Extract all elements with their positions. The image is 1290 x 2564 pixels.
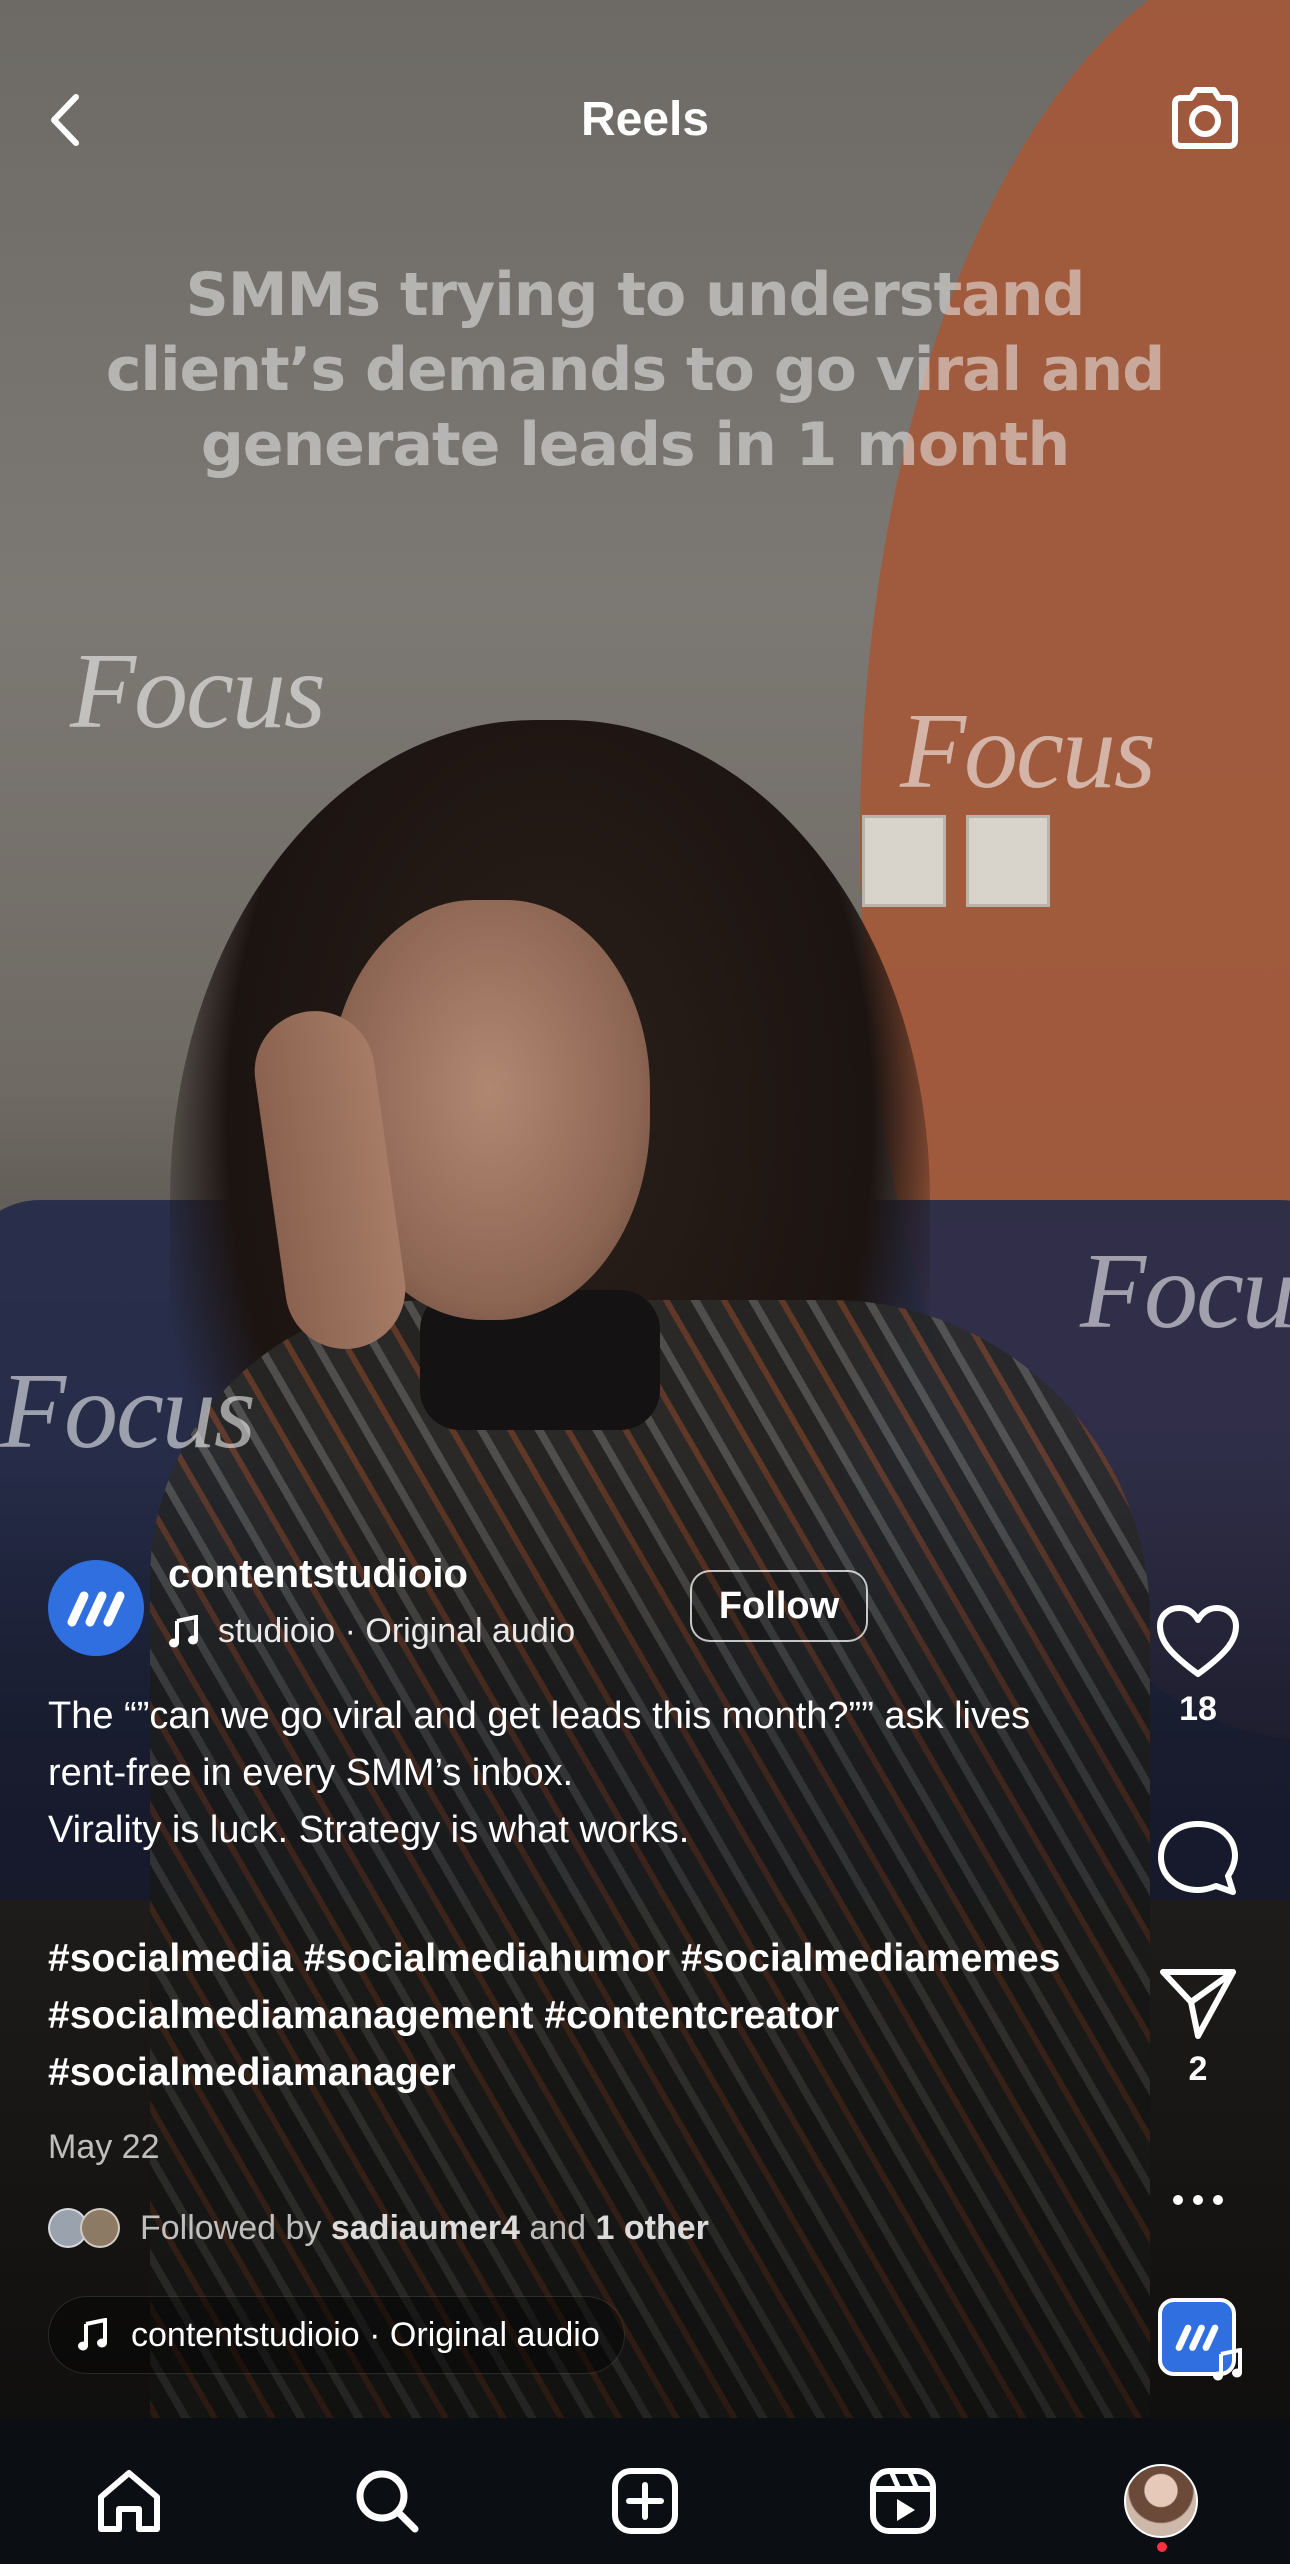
- caption[interactable]: The “”can we go viral and get leads this…: [48, 1688, 1108, 1859]
- caption-line: The “”can we go viral and get leads this…: [48, 1695, 1031, 1794]
- video-overlay-text: SMMs trying to understand client’s deman…: [105, 260, 1165, 480]
- post-date: May 22: [48, 2128, 160, 2166]
- like-button[interactable]: 18: [1150, 1604, 1246, 1729]
- reels-icon: [870, 2468, 936, 2534]
- more-icon: [1173, 2195, 1223, 2205]
- audio-link[interactable]: studioio · Original audio: [168, 1612, 575, 1651]
- followed-by-other[interactable]: 1 other: [596, 2209, 709, 2248]
- followed-by-and: and: [529, 2208, 587, 2247]
- nav-search[interactable]: [342, 2456, 432, 2546]
- watermark: Focus: [0, 1352, 256, 1471]
- hashtags[interactable]: #socialmedia #socialmediahumor #socialme…: [48, 1930, 1108, 2101]
- like-count: 18: [1179, 1690, 1217, 1728]
- music-note-icon: [78, 2318, 107, 2351]
- contentstudio-logo-icon: [67, 1591, 125, 1627]
- share-button[interactable]: 2: [1150, 1966, 1246, 2089]
- wall-socket: [966, 815, 1050, 907]
- audio-line-text: studioio · Original audio: [218, 1612, 576, 1650]
- comment-button[interactable]: [1150, 1820, 1246, 1898]
- home-icon: [98, 2470, 160, 2532]
- watermark: Focus: [1080, 1232, 1290, 1351]
- followed-by-user[interactable]: sadiaumer4: [331, 2209, 520, 2248]
- nav-create[interactable]: [600, 2456, 690, 2546]
- page-title: Reels: [580, 93, 710, 146]
- author-username[interactable]: contentstudioio: [168, 1552, 468, 1597]
- bottom-nav: [0, 2418, 1290, 2564]
- follower-avatar: [80, 2208, 120, 2248]
- heart-icon: [1157, 1605, 1239, 1677]
- top-bar: Reels: [0, 70, 1290, 170]
- send-icon: [1160, 1969, 1236, 2039]
- music-note-icon: [1213, 2348, 1242, 2381]
- watermark: Focus: [900, 692, 1156, 811]
- followed-by-prefix: Followed by: [140, 2208, 322, 2247]
- search-icon: [356, 2470, 419, 2533]
- nav-reels[interactable]: [858, 2456, 948, 2546]
- nav-home[interactable]: [84, 2456, 174, 2546]
- camera-icon: [1172, 87, 1238, 149]
- share-count: 2: [1188, 2050, 1208, 2088]
- audio-pill[interactable]: contentstudioio · Original audio: [48, 2296, 625, 2374]
- comment-icon: [1158, 1821, 1238, 1895]
- profile-avatar: [1124, 2464, 1198, 2538]
- caption-line: Virality is luck. Strategy is what works…: [48, 1809, 690, 1851]
- watermark: Focus: [70, 632, 326, 751]
- more-button[interactable]: [1150, 2190, 1246, 2210]
- nav-profile[interactable]: [1116, 2456, 1206, 2552]
- wall-switch: [862, 815, 946, 907]
- camera-button[interactable]: [1165, 78, 1245, 158]
- notification-dot: [1157, 2542, 1167, 2552]
- audio-pill-text: contentstudioio · Original audio: [131, 2315, 600, 2354]
- music-note-icon: [169, 1614, 198, 1647]
- create-icon: [612, 2468, 678, 2534]
- follow-button[interactable]: Follow: [690, 1570, 868, 1642]
- author-avatar[interactable]: [48, 1560, 144, 1656]
- followed-by-row[interactable]: Followed by sadiaumer4 and 1 other: [48, 2208, 709, 2248]
